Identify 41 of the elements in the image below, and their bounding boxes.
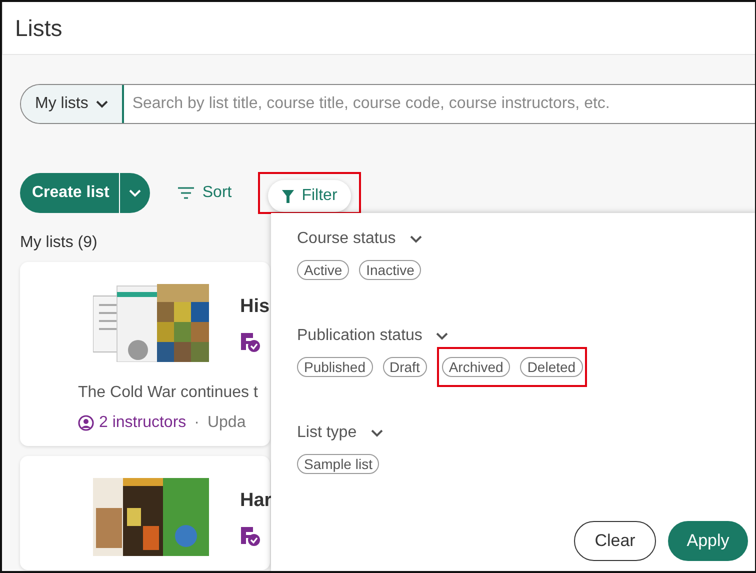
scope-dropdown[interactable]: My lists bbox=[21, 85, 124, 123]
list-count-heading: My lists (9) bbox=[20, 234, 98, 252]
filter-chip[interactable]: Deleted bbox=[520, 357, 583, 377]
list-card[interactable]: His The Cold War continues t 2 instructors · Upda bbox=[20, 262, 270, 446]
list-check-icon bbox=[240, 332, 260, 352]
list-check-icon bbox=[240, 526, 260, 546]
instructors-link[interactable]: 2 instructors bbox=[78, 414, 186, 432]
chevron-down-icon bbox=[96, 100, 108, 108]
sort-button[interactable]: Sort bbox=[172, 183, 238, 203]
search-placeholder: Search by list title, course title, course code, course instructors, etc. bbox=[131, 95, 610, 113]
chevron-down-icon bbox=[129, 189, 142, 197]
filter-chip[interactable]: Active bbox=[297, 260, 350, 280]
person-icon bbox=[78, 415, 94, 431]
filter-chip[interactable]: Inactive bbox=[359, 260, 422, 280]
collapse-toggle[interactable] bbox=[370, 429, 383, 437]
chevron-down-icon bbox=[370, 429, 383, 437]
page-title: Lists bbox=[15, 14, 62, 42]
filter-section-heading: List type bbox=[297, 424, 357, 442]
filter-chip[interactable]: Archived bbox=[442, 357, 510, 377]
filter-button[interactable]: Filter bbox=[268, 180, 352, 212]
collapse-toggle[interactable] bbox=[410, 235, 422, 243]
filter-chip[interactable]: Draft bbox=[382, 357, 427, 377]
separator-dot: · bbox=[194, 414, 200, 432]
list-title[interactable]: His bbox=[240, 296, 270, 318]
apply-button[interactable]: Apply bbox=[668, 521, 748, 561]
filter-chip[interactable]: Sample list bbox=[297, 454, 380, 474]
chevron-down-icon bbox=[436, 332, 448, 340]
list-description: The Cold War continues t bbox=[78, 384, 259, 402]
updated-text: Upda bbox=[207, 414, 246, 432]
list-title[interactable]: Har bbox=[240, 490, 270, 512]
filter-chip[interactable]: Published bbox=[297, 357, 372, 377]
filter-section-heading: Publication status bbox=[297, 327, 422, 345]
sort-icon bbox=[178, 187, 194, 199]
search-field[interactable]: My lists Search by list title, course title, course code, course instructors, etc. bbox=[20, 84, 755, 124]
filter-section-heading: Course status bbox=[297, 230, 396, 248]
filter-icon bbox=[282, 190, 294, 202]
list-card[interactable]: Har bbox=[20, 456, 270, 570]
chevron-down-icon bbox=[410, 235, 422, 243]
collapse-toggle[interactable] bbox=[436, 332, 448, 340]
clear-button[interactable]: Clear bbox=[574, 521, 656, 561]
create-list-button[interactable]: Create list bbox=[20, 173, 120, 213]
